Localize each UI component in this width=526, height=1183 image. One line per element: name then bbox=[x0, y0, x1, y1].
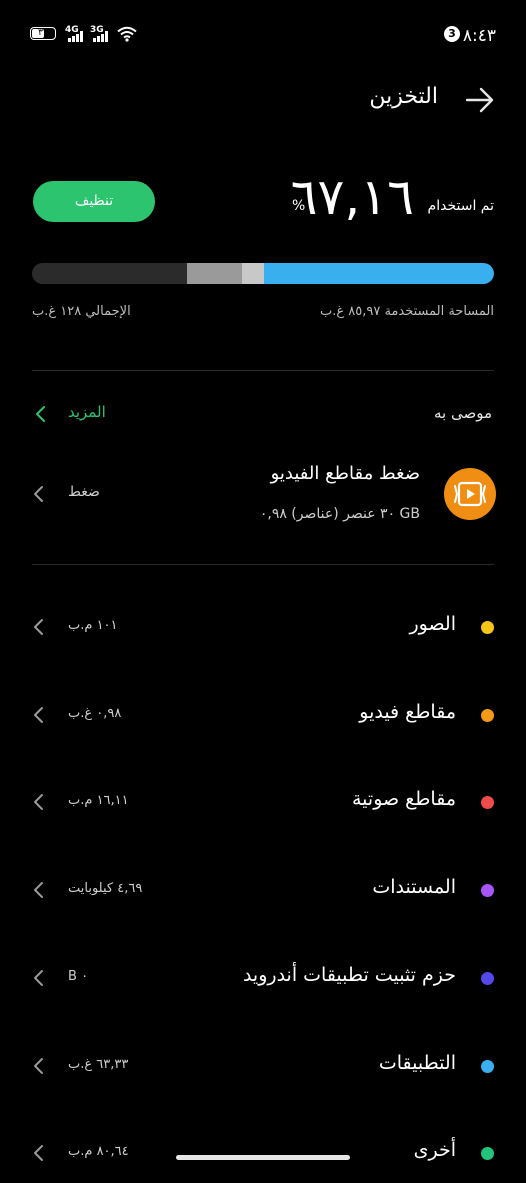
chevron-left-icon[interactable] bbox=[34, 405, 48, 423]
storage-usage-bar bbox=[32, 263, 494, 284]
usage-bar-light-segment bbox=[242, 263, 265, 284]
category-color-dot bbox=[481, 884, 494, 897]
chevron-left-icon[interactable] bbox=[32, 618, 46, 636]
category-size: ١٠١ م.ب bbox=[68, 618, 118, 633]
signal-icon-2 bbox=[93, 31, 108, 42]
category-row[interactable]: أخرى ٨٠,٦٤ م.ب bbox=[0, 1123, 526, 1183]
wifi-icon bbox=[117, 26, 137, 42]
category-size: ٠,٩٨ غ.ب bbox=[68, 706, 122, 721]
usage-bar-gray-segment bbox=[186, 263, 243, 284]
divider bbox=[32, 564, 494, 565]
chevron-left-icon[interactable] bbox=[32, 881, 46, 899]
category-label: مقاطع صوتية bbox=[351, 788, 456, 810]
category-color-dot bbox=[481, 796, 494, 809]
used-percent-value: ٦٧,١٦ bbox=[290, 168, 414, 226]
percent-sign: % bbox=[292, 198, 306, 214]
recommended-label: موصى به bbox=[433, 404, 492, 422]
status-time: ٨:٤٣ bbox=[462, 26, 496, 46]
category-label: حزم تثبيت تطبيقات أندرويد bbox=[242, 964, 456, 986]
category-row[interactable]: حزم تثبيت تطبيقات أندرويد B ٠ bbox=[0, 948, 526, 1008]
category-row[interactable]: مقاطع صوتية ١٦,١١ م.ب bbox=[0, 772, 526, 832]
recommended-item-subtitle: ٣٠ عنصر (عناصر) ٠,٩٨ GB bbox=[259, 506, 420, 522]
category-label: المستندات bbox=[372, 876, 456, 898]
chevron-left-icon[interactable] bbox=[32, 793, 46, 811]
category-color-dot bbox=[481, 1147, 494, 1160]
more-link[interactable]: المزيد bbox=[68, 403, 106, 421]
chevron-left-icon[interactable] bbox=[32, 969, 46, 987]
divider bbox=[32, 370, 494, 371]
category-label: التطبيقات bbox=[378, 1052, 456, 1074]
chevron-left-icon[interactable] bbox=[32, 485, 46, 503]
usage-bar-apps-segment bbox=[264, 263, 494, 284]
recommended-item-title[interactable]: ضغط مقاطع الفيديو bbox=[271, 463, 420, 484]
total-space-label: الإجمالي ١٢٨ غ.ب bbox=[32, 304, 131, 319]
category-label: أخرى bbox=[413, 1139, 456, 1161]
video-compress-icon bbox=[444, 468, 496, 520]
used-label: تم استخدام bbox=[427, 198, 494, 214]
home-indicator[interactable] bbox=[176, 1155, 350, 1160]
battery-level: ٣٣ bbox=[38, 28, 48, 38]
category-size: B ٠ bbox=[68, 969, 89, 984]
chevron-left-icon[interactable] bbox=[32, 1144, 46, 1162]
category-size: ٦٣,٣٣ غ.ب bbox=[68, 1057, 129, 1072]
category-size: ١٦,١١ م.ب bbox=[68, 793, 129, 808]
battery-icon: ٣٣ bbox=[30, 27, 56, 40]
category-color-dot bbox=[481, 621, 494, 634]
clean-button[interactable]: تنظيف bbox=[33, 181, 155, 222]
notification-badge: 3 bbox=[444, 26, 460, 42]
category-color-dot bbox=[481, 709, 494, 722]
category-label: مقاطع فيديو bbox=[359, 701, 456, 723]
signal-icon bbox=[68, 31, 83, 42]
category-label: الصور bbox=[409, 613, 456, 635]
page-title: التخزين bbox=[369, 84, 438, 109]
category-size: ٤,٦٩ كيلوبايت bbox=[68, 881, 143, 896]
category-row[interactable]: مقاطع فيديو ٠,٩٨ غ.ب bbox=[0, 685, 526, 745]
category-row[interactable]: المستندات ٤,٦٩ كيلوبايت bbox=[0, 860, 526, 920]
arrow-right-icon[interactable] bbox=[464, 84, 496, 116]
compress-action[interactable]: ضغط bbox=[68, 484, 100, 500]
category-size: ٨٠,٦٤ م.ب bbox=[68, 1144, 129, 1159]
category-color-dot bbox=[481, 1060, 494, 1073]
chevron-left-icon[interactable] bbox=[32, 1057, 46, 1075]
category-row[interactable]: الصور ١٠١ م.ب bbox=[0, 597, 526, 657]
category-color-dot bbox=[481, 972, 494, 985]
chevron-left-icon[interactable] bbox=[32, 706, 46, 724]
used-space-label: المساحة المستخدمة ٨٥,٩٧ غ.ب bbox=[319, 304, 494, 319]
category-row[interactable]: التطبيقات ٦٣,٣٣ غ.ب bbox=[0, 1036, 526, 1096]
